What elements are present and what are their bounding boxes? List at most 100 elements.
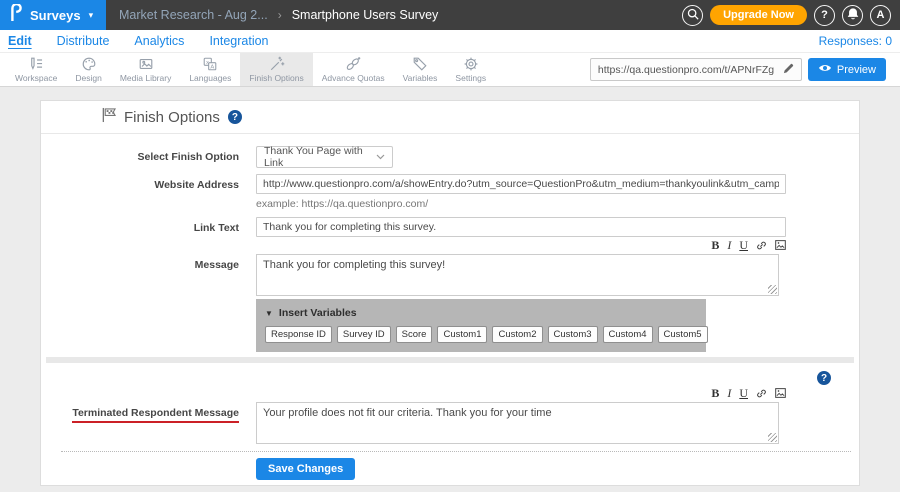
questionpro-logo-icon (9, 4, 23, 27)
edit-url-button[interactable] (777, 61, 801, 79)
tab-analytics[interactable]: Analytics (134, 34, 184, 48)
tab-integration[interactable]: Integration (209, 34, 268, 48)
link-text-label: Link Text (41, 217, 256, 237)
dotted-divider (61, 451, 851, 452)
italic-button[interactable]: I (727, 388, 731, 399)
palette-icon (81, 56, 97, 72)
toolbar-item-workspace[interactable]: Workspace (6, 53, 66, 86)
finish-options-help-icon[interactable]: ? (228, 110, 242, 124)
content-area: Finish Options ? Select Finish Option Th… (0, 87, 900, 486)
workspace-icon (28, 56, 44, 72)
insert-image-icon[interactable] (775, 388, 786, 398)
toolbar-item-settings[interactable]: Settings (446, 53, 495, 86)
svg-text:A: A (211, 64, 215, 70)
variable-buttons: Response ID Survey ID Score Custom1 Cust… (265, 326, 697, 343)
bold-button[interactable]: B (711, 388, 719, 399)
avatar[interactable]: A (870, 5, 891, 26)
variable-custom5-button[interactable]: Custom5 (658, 326, 708, 343)
insert-image-icon[interactable] (775, 240, 786, 250)
topbar: Surveys ▾ Market Research - Aug 2... › S… (0, 0, 900, 30)
toolbar-item-label: Advance Quotas (322, 73, 385, 83)
wand-icon (269, 56, 285, 72)
bold-button[interactable]: B (711, 240, 719, 251)
insert-link-icon[interactable] (756, 240, 767, 251)
insert-variables-panel: ▼ Insert Variables Response ID Survey ID… (256, 299, 706, 352)
website-address-input[interactable] (256, 174, 786, 194)
survey-url-box (590, 58, 802, 81)
image-icon (138, 56, 154, 72)
nav-tabs: Edit Distribute Analytics Integration Re… (0, 30, 900, 53)
insert-link-icon[interactable] (756, 388, 767, 399)
toolbar-item-variables[interactable]: Variables (394, 53, 447, 86)
breadcrumb-current-survey: Smartphone Users Survey (292, 8, 439, 22)
survey-url-input[interactable] (591, 64, 777, 76)
insert-variables-title: Insert Variables (279, 307, 357, 319)
collapse-caret-icon: ▼ (265, 309, 273, 318)
pencil-icon (783, 61, 794, 79)
toolbar-item-languages[interactable]: xA Languages (180, 53, 240, 86)
preview-button[interactable]: Preview (808, 58, 886, 81)
variable-response-id-button[interactable]: Response ID (265, 326, 332, 343)
variable-custom3-button[interactable]: Custom3 (548, 326, 598, 343)
finish-option-selected-value: Thank You Page with Link (264, 145, 376, 169)
message-label: Message (41, 254, 256, 296)
toolbar-item-design[interactable]: Design (66, 53, 110, 86)
underline-button[interactable]: U (739, 388, 748, 399)
select-finish-option-label: Select Finish Option (41, 146, 256, 168)
terminated-help-icon[interactable]: ? (817, 371, 831, 385)
insert-variables-header[interactable]: ▼ Insert Variables (265, 307, 697, 319)
link-text-input[interactable] (256, 217, 786, 237)
search-icon (687, 8, 699, 23)
toolbar-item-label: Workspace (15, 73, 57, 83)
translate-icon: xA (202, 56, 218, 72)
notifications-button[interactable] (842, 5, 863, 26)
gear-icon (463, 56, 479, 72)
toolbar-item-media-library[interactable]: Media Library (111, 53, 181, 86)
finish-options-form: Select Finish Option Thank You Page with… (41, 134, 859, 480)
section-divider (46, 357, 854, 363)
toolbar-item-label: Media Library (120, 73, 172, 83)
variable-survey-id-button[interactable]: Survey ID (337, 326, 391, 343)
text-format-toolbar: B I U (256, 239, 786, 251)
variable-score-button[interactable]: Score (396, 326, 433, 343)
text-format-toolbar: B I U (256, 387, 786, 399)
upgrade-now-button[interactable]: Upgrade Now (710, 5, 807, 25)
underline-button[interactable]: U (739, 240, 748, 251)
preview-button-label: Preview (837, 64, 876, 76)
breadcrumb-separator-icon: › (278, 8, 282, 22)
toolbar-item-advance-quotas[interactable]: Advance Quotas (313, 53, 394, 86)
breadcrumb-folder[interactable]: Market Research - Aug 2... (119, 8, 268, 22)
toolbar-right: Preview (590, 53, 900, 86)
responses-count[interactable]: Responses: 0 (819, 34, 892, 48)
toolbar-item-finish-options[interactable]: Finish Options (240, 53, 312, 86)
tab-distribute[interactable]: Distribute (57, 34, 110, 48)
bell-icon (847, 7, 859, 23)
message-textarea[interactable]: Thank you for completing this survey! (256, 254, 779, 296)
eye-icon (818, 63, 832, 76)
variable-custom1-button[interactable]: Custom1 (437, 326, 487, 343)
toolbar-item-label: Finish Options (249, 73, 303, 83)
website-address-example: example: https://qa.questionpro.com/ (256, 198, 786, 210)
page-title: Finish Options (124, 109, 220, 126)
terminated-respondent-message-textarea[interactable]: Your profile does not fit our criteria. … (256, 402, 779, 444)
finish-flag-icon (101, 107, 116, 128)
toolbar-item-label: Design (75, 73, 101, 83)
tab-edit[interactable]: Edit (8, 34, 32, 48)
italic-button[interactable]: I (727, 240, 731, 251)
save-changes-button[interactable]: Save Changes (256, 458, 355, 480)
terminated-respondent-message-label: Terminated Respondent Message (72, 407, 239, 423)
resize-handle[interactable] (768, 433, 777, 442)
chevron-down-icon: ▾ (89, 10, 94, 21)
search-button[interactable] (682, 5, 703, 26)
finish-option-select[interactable]: Thank You Page with Link (256, 146, 393, 168)
variable-custom4-button[interactable]: Custom4 (603, 326, 653, 343)
website-address-label: Website Address (41, 174, 256, 210)
chevron-down-icon (376, 151, 385, 163)
tag-icon (412, 56, 428, 72)
variable-custom2-button[interactable]: Custom2 (492, 326, 542, 343)
product-menu[interactable]: Surveys ▾ (0, 0, 106, 30)
help-button[interactable]: ? (814, 5, 835, 26)
finish-options-card: Finish Options ? Select Finish Option Th… (40, 100, 860, 486)
card-header: Finish Options ? (41, 101, 859, 134)
resize-handle[interactable] (768, 285, 777, 294)
